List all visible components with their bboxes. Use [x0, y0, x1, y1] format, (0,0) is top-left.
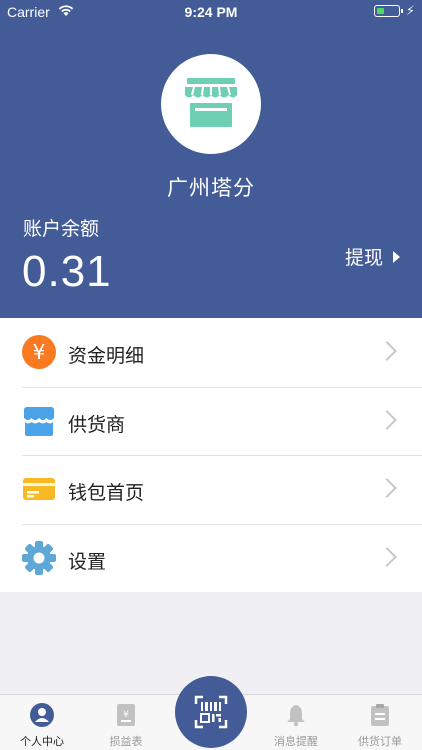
scan-button[interactable] — [175, 676, 247, 748]
chevron-right-icon — [377, 409, 397, 430]
withdraw-button[interactable]: 提现 — [345, 243, 400, 270]
tab-supply-orders[interactable]: 供货订单 — [338, 695, 422, 750]
caret-right-icon — [393, 250, 400, 263]
balance-value: 0.31 — [22, 247, 112, 296]
tab-income-statement[interactable]: ¥ 损益表 — [84, 695, 168, 750]
chevron-right-icon — [377, 341, 397, 361]
status-bar: Carrier 9:24 PM ⚡ — [0, 0, 422, 24]
scan-code-icon — [194, 695, 228, 729]
tab-label: 个人中心 — [20, 736, 64, 748]
svg-text:¥: ¥ — [123, 710, 129, 720]
yen-coin-icon: ¥ — [22, 335, 56, 369]
menu-item-label: 供货商 — [68, 414, 126, 436]
shop-name: 广州塔分 — [167, 177, 255, 200]
withdraw-label: 提现 — [344, 248, 383, 269]
balance-label: 账户余额 — [23, 219, 100, 240]
menu-item-settings[interactable]: 设置 — [0, 523, 422, 593]
menu-item-supplier[interactable]: 供货商 — [0, 386, 422, 456]
wallet-card-icon — [23, 478, 55, 500]
tab-label: 消息提醒 — [274, 736, 318, 748]
menu-list: ¥ 资金明细 供货商 钱包首页 设置 — [0, 318, 422, 592]
menu-item-label: 钱包首页 — [68, 483, 145, 504]
clipboard-icon — [371, 704, 389, 726]
battery-icon — [374, 5, 403, 17]
supplier-shop-icon — [24, 406, 54, 436]
account-header: Carrier 9:24 PM ⚡ 广州塔分 账户余额 0.31 提现 — [0, 0, 422, 318]
clock: 9:24 PM — [184, 4, 238, 20]
menu-item-wallet-home[interactable]: 钱包首页 — [0, 455, 422, 524]
ledger-icon: ¥ — [117, 704, 135, 726]
chevron-right-icon — [377, 546, 397, 567]
shop-avatar[interactable] — [161, 54, 261, 154]
person-icon — [30, 703, 54, 727]
menu-item-label: 设置 — [68, 551, 107, 573]
charging-icon: ⚡ — [405, 3, 415, 18]
chevron-right-icon — [377, 478, 397, 498]
tab-message-alerts[interactable]: 消息提醒 — [254, 695, 338, 750]
storefront-icon — [185, 78, 237, 127]
menu-item-fund-details[interactable]: ¥ 资金明细 — [0, 318, 422, 387]
tab-label: 供货订单 — [358, 736, 402, 748]
tab-label: 损益表 — [109, 736, 143, 748]
gear-icon — [22, 540, 56, 575]
menu-item-label: 资金明细 — [68, 346, 145, 367]
svg-text:¥: ¥ — [33, 340, 46, 364]
bell-icon — [287, 705, 305, 727]
tab-personal-center[interactable]: 个人中心 — [0, 695, 84, 750]
